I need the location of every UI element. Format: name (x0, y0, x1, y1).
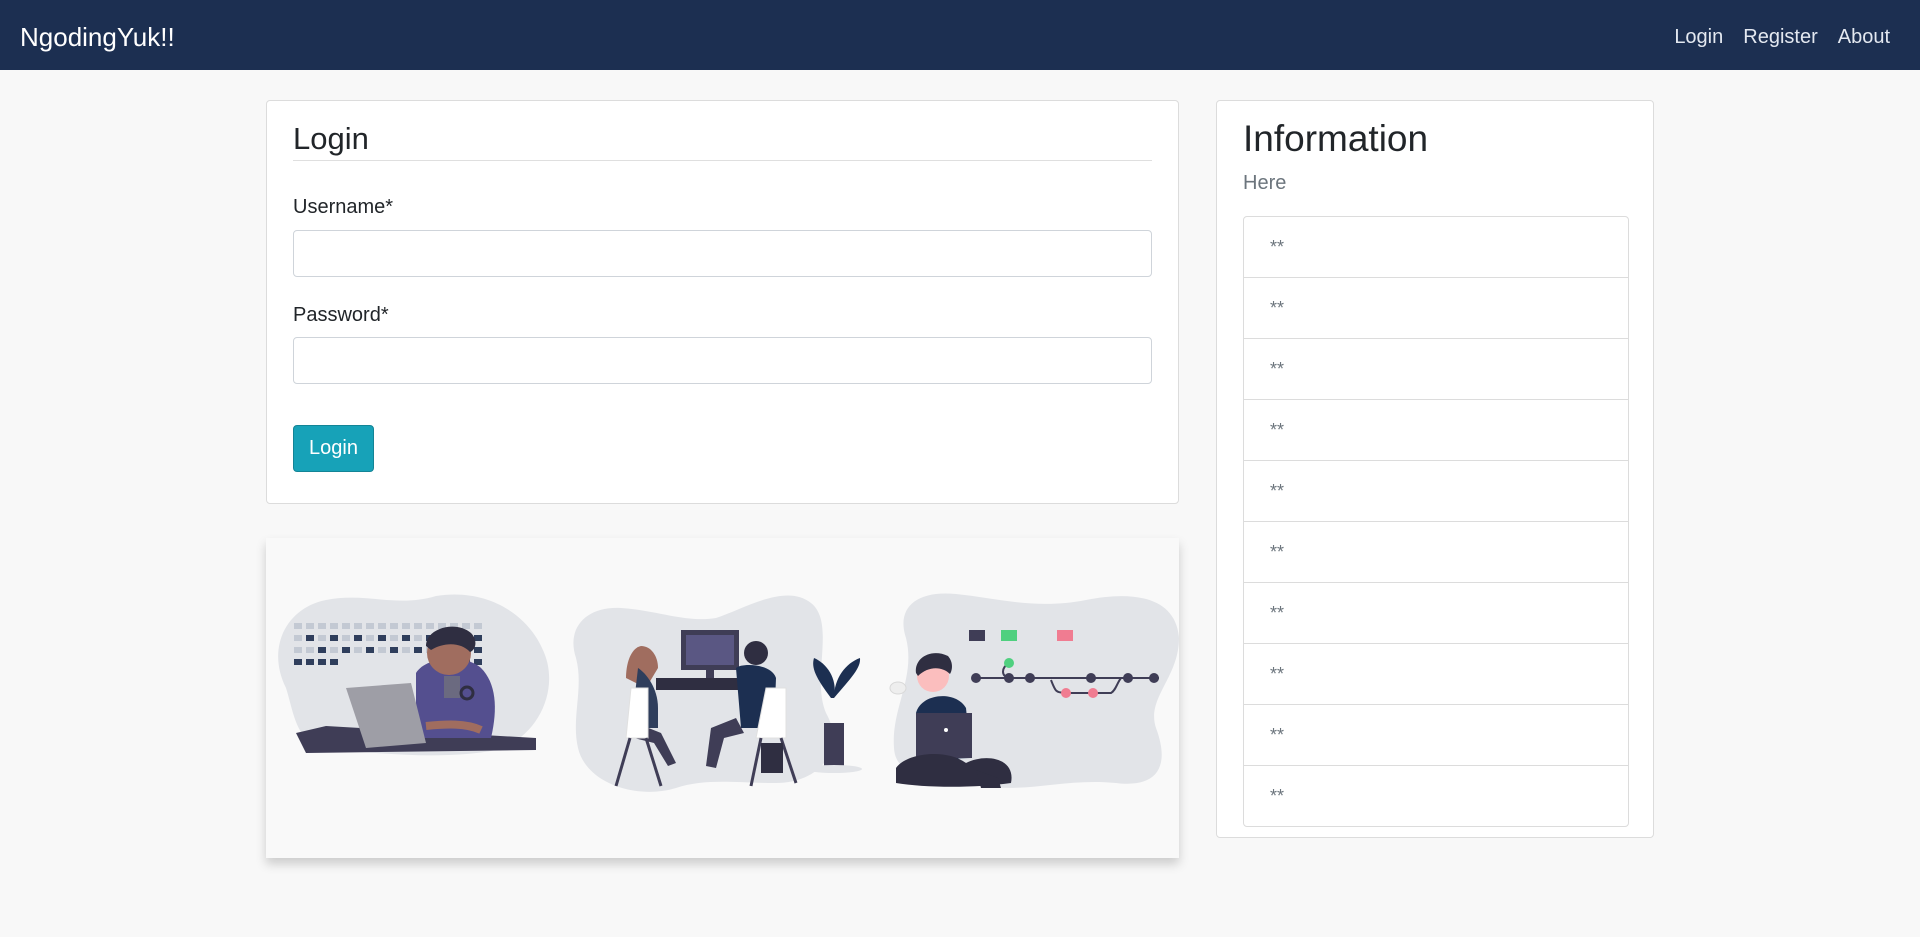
list-item: ** (1270, 237, 1285, 257)
list-item: ** (1244, 765, 1628, 826)
information-card: Information Here ** ** ** ** ** ** ** **… (1216, 100, 1654, 838)
brand-logo[interactable]: NgodingYuk!! (20, 20, 175, 54)
list-item: ** (1244, 338, 1628, 399)
list-item: ** (1244, 704, 1628, 765)
nav-link-login[interactable]: Login (1674, 22, 1723, 52)
password-label: Password* (293, 304, 389, 326)
login-card: Login Username* Password* Login (266, 100, 1179, 504)
list-item: ** (1244, 460, 1628, 521)
top-navbar: NgodingYuk!! Login Register About (0, 0, 1920, 70)
username-label: Username* (293, 196, 394, 218)
divider (293, 160, 1152, 161)
person-with-laptop-at-desk-icon (278, 594, 550, 756)
info-list: ** ** ** ** ** ** ** ** ** ** (1243, 216, 1629, 827)
person-sitting-with-laptop-icon (889, 593, 1179, 788)
list-item: ** (1244, 521, 1628, 582)
info-subtitle: Here (1243, 172, 1287, 194)
login-title: Login (293, 121, 369, 156)
info-title: Information (1243, 118, 1429, 159)
list-item: ** (1244, 582, 1628, 643)
password-input[interactable] (293, 337, 1152, 384)
team-illustration (278, 593, 1179, 792)
list-item: ** (1244, 277, 1628, 338)
username-input[interactable] (293, 230, 1152, 277)
nav-link-register[interactable]: Register (1743, 22, 1817, 52)
login-button[interactable]: Login (293, 425, 374, 472)
two-people-at-computer-icon (573, 595, 862, 792)
illustration-card (266, 538, 1179, 858)
nav-link-about[interactable]: About (1838, 22, 1890, 52)
nav-links: Login Register About (1674, 22, 1890, 52)
list-item: ** (1244, 643, 1628, 704)
list-item: ** (1244, 399, 1628, 460)
